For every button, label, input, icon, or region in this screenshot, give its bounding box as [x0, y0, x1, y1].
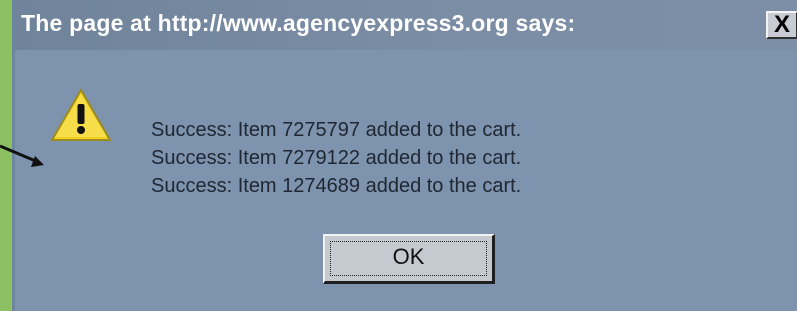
close-button[interactable]: X	[766, 11, 797, 39]
ok-label: OK	[392, 244, 425, 269]
message-line: Success: Item 1274689 added to the cart.	[151, 175, 522, 197]
ok-button[interactable]: OK	[323, 234, 495, 284]
title-bar: The page at http://www.agencyexpress3.or…	[15, 0, 797, 50]
warning-icon	[50, 88, 112, 141]
dialog-title: The page at http://www.agencyexpress3.or…	[21, 10, 576, 36]
pointer-arrow	[0, 144, 44, 167]
message-list: Success: Item 7275797 added to the cart.…	[151, 116, 521, 200]
close-icon: X	[773, 11, 790, 38]
alert-dialog: The page at http://www.agencyexpress3.or…	[12, 0, 797, 311]
message-line: Success: Item 7275797 added to the cart.	[151, 119, 522, 141]
message-line: Success: Item 7279122 added to the cart.	[151, 147, 522, 169]
